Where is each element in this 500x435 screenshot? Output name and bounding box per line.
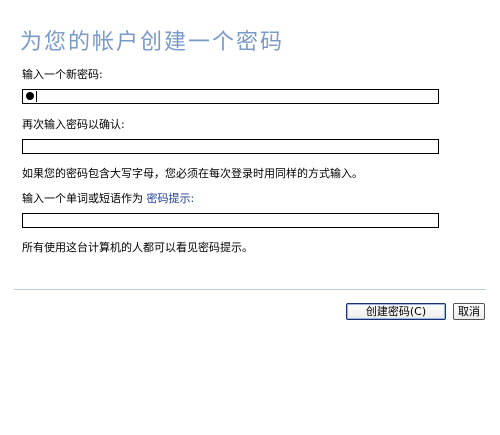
password-hint-link[interactable]: 密码提示: — [147, 192, 195, 205]
password-mask-dot — [26, 92, 34, 100]
confirm-password-label: 再次输入密码以确认: — [22, 118, 125, 131]
create-password-button[interactable]: 创建密码(C) — [346, 303, 446, 320]
cancel-button[interactable]: 取消 — [453, 303, 485, 320]
divider — [14, 289, 486, 290]
new-password-label: 输入一个新密码: — [22, 68, 103, 81]
new-password-input[interactable] — [22, 89, 439, 104]
hint-visibility-note: 所有使用这台计算机的人都可以看见密码提示。 — [22, 241, 253, 254]
page-title: 为您的帐户创建一个密码 — [20, 30, 285, 55]
case-sensitivity-note: 如果您的密码包含大写字母，您必须在每次登录时用同样的方式输入。 — [22, 167, 363, 180]
password-hint-label-text: 输入一个单词或短语作为 — [22, 192, 143, 205]
text-caret — [36, 91, 37, 102]
confirm-password-input[interactable] — [22, 139, 439, 154]
password-hint-label: 输入一个单词或短语作为 密码提示: — [22, 191, 194, 207]
password-hint-input[interactable] — [22, 213, 439, 228]
